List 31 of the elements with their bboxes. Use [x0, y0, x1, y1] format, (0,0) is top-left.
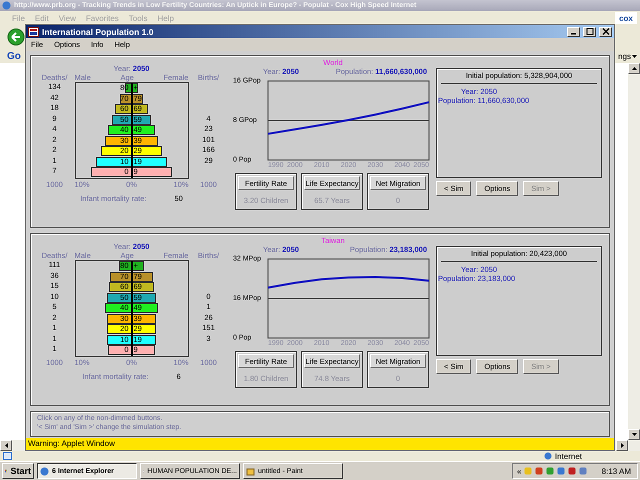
- expand-button[interactable]: «: [517, 466, 522, 476]
- scroll-down-button[interactable]: [628, 429, 640, 440]
- windows-logo-icon: [5, 467, 8, 475]
- status-text: Internet: [554, 452, 582, 460]
- globe-icon: [544, 452, 552, 460]
- scroll-right-button[interactable]: [616, 440, 628, 451]
- toolbar-text: ngs: [618, 52, 631, 60]
- browser-icon: [40, 466, 49, 476]
- browser-icon: [2, 1, 11, 10]
- warning-bar: Warning: Applet Window: [26, 438, 614, 450]
- logo-text: Go: [7, 50, 21, 62]
- maximize-button[interactable]: [583, 26, 596, 36]
- paint-icon: [246, 466, 255, 476]
- minimize-button[interactable]: [567, 26, 580, 36]
- scroll-up-button[interactable]: [628, 63, 640, 74]
- scroll-left-button[interactable]: [0, 440, 12, 451]
- down-arrow-icon: [632, 433, 636, 436]
- close-icon: [602, 28, 610, 35]
- logo: cox: [615, 12, 637, 24]
- start-button[interactable]: Start: [2, 463, 34, 479]
- page-icon: [3, 452, 12, 460]
- up-arrow-icon: [632, 67, 636, 70]
- left-arrow-icon: [4, 443, 8, 448]
- back-button[interactable]: [7, 28, 25, 46]
- close-button[interactable]: [599, 26, 612, 36]
- window-title: International Population 1.0: [42, 26, 154, 36]
- clock: 8:13 AM: [602, 466, 631, 476]
- app-icon: [28, 26, 39, 36]
- maximize-icon: [586, 28, 594, 35]
- caret-icon: [632, 54, 637, 58]
- right-arrow-icon: [620, 443, 624, 448]
